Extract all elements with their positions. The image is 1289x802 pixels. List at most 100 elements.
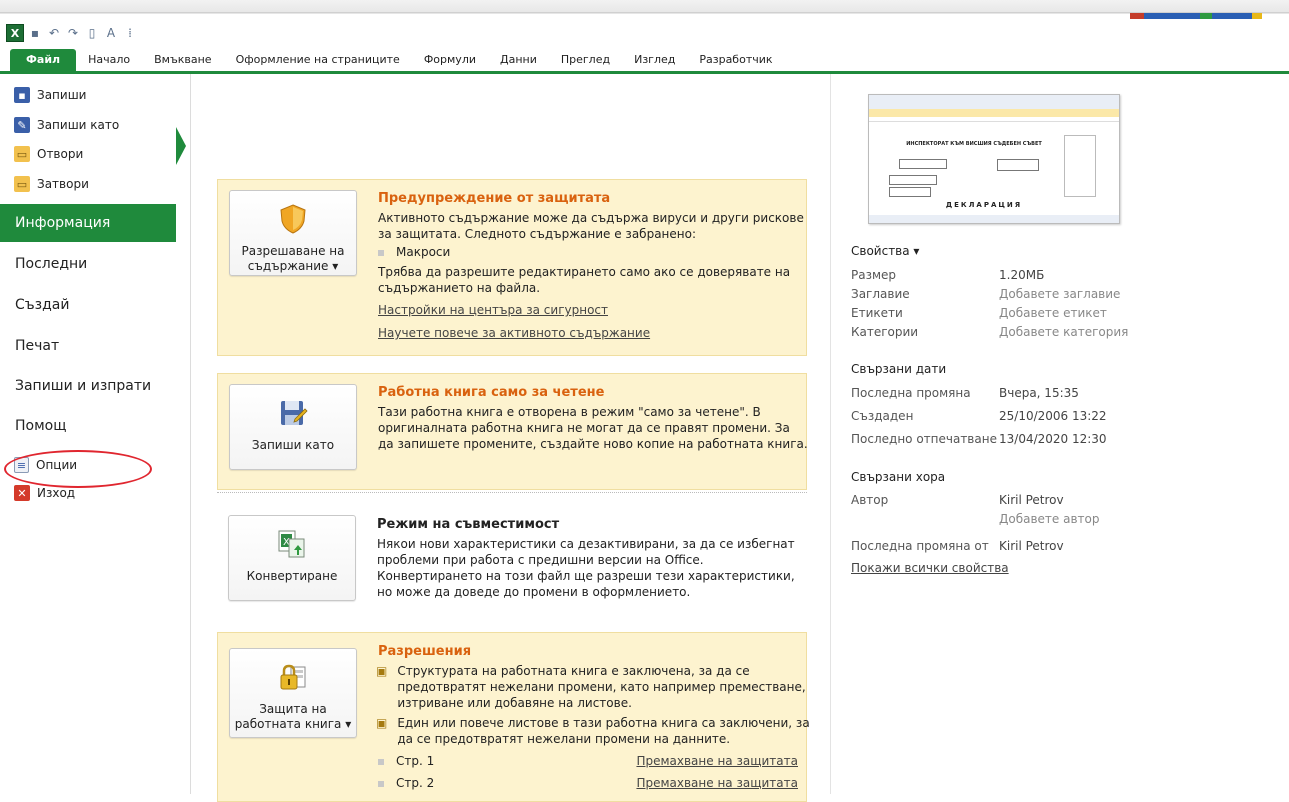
nav-new[interactable]: Създай xyxy=(0,286,190,324)
locked-sheets-icon: ▣ xyxy=(376,716,388,730)
tab-page-layout[interactable]: Оформление на страниците xyxy=(224,49,412,71)
related-people-heading: Свързани хора xyxy=(851,470,946,484)
compatibility-title: Режим на съвместимост xyxy=(377,517,560,532)
protection-title: Предупреждение от защитата xyxy=(378,191,611,206)
nav-save-send[interactable]: Запиши и изпрати xyxy=(0,367,190,405)
protect-workbook-button[interactable]: Защита на работната книга ▾ xyxy=(229,648,357,738)
protection-text-2: Трябва да разрешите редактирането само а… xyxy=(378,265,791,295)
bullet-mark xyxy=(378,249,384,256)
readonly-text: Тази работна книга е отворена в режим "с… xyxy=(378,405,808,451)
protect-workbook-label: Защита на работната книга ▾ xyxy=(234,702,352,731)
readonly-section: Запиши като Работна книга само за четене… xyxy=(217,373,808,490)
locked-sheets-icon: ▣ xyxy=(376,664,388,678)
tab-home[interactable]: Начало xyxy=(76,49,142,71)
readonly-title: Работна книга само за четене xyxy=(378,385,605,400)
permission-item-sheets: ▣ Един или повече листове в тази работна… xyxy=(376,716,810,746)
permissions-title: Разрешения xyxy=(378,644,472,659)
window-accent xyxy=(1130,8,1289,19)
permissions-section: Защита на работната книга ▾ Разрешения ▣… xyxy=(217,632,810,802)
people-row-add-author: Добавете автор xyxy=(999,512,1100,526)
remove-protection-link-2[interactable]: Премахване на защитата xyxy=(636,775,798,791)
trust-center-link[interactable]: Настройки на центъра за сигурност xyxy=(378,302,808,318)
related-dates-heading: Свързани дати xyxy=(851,362,947,376)
redo-icon[interactable]: ↷ xyxy=(65,25,81,41)
save-as-icon: ✎ xyxy=(14,117,30,133)
undo-icon[interactable]: ↶ xyxy=(46,25,62,41)
customize-toolbar-icon[interactable]: ⁞ xyxy=(122,25,138,41)
people-row-author: Автор Kiril Petrov xyxy=(851,493,1064,507)
nav-open[interactable]: ▭ Отвори xyxy=(14,143,83,165)
selected-tab-pointer xyxy=(176,127,186,165)
prop-row-size: Размер 1.20МБ xyxy=(851,268,1045,282)
active-content-link[interactable]: Научете повече за активното съдържание xyxy=(378,325,808,341)
bullet-mark xyxy=(378,780,384,787)
save-as-icon xyxy=(281,401,308,425)
ribbon-tabs: Файл Начало Вмъкване Оформление на стран… xyxy=(0,48,1289,74)
nav-save[interactable]: ▪ Запиши xyxy=(14,84,86,106)
readonly-save-as-button[interactable]: Запиши като xyxy=(229,384,357,470)
document-thumbnail[interactable]: ИНСПЕКТОРАТ КЪМ ВИСШИЯ СЪДЕБЕН СЪВЕТ ДЕК… xyxy=(868,94,1120,224)
prop-row-categories: Категории Добавете категория xyxy=(851,325,1129,339)
compatibility-section: X Конвертиране Режим на съвместимост Няк… xyxy=(217,492,807,612)
nav-close[interactable]: ▭ Затвори xyxy=(14,173,89,195)
tab-developer[interactable]: Разработчик xyxy=(687,49,784,71)
permission-item-structure: ▣ Структурата на работната книга е заклю… xyxy=(376,664,806,710)
show-all-properties-link[interactable]: Покажи всички свойства xyxy=(851,561,1281,575)
nav-save-as-label: Запиши като xyxy=(37,118,120,132)
remove-protection-link-1[interactable]: Премахване на защитата xyxy=(636,753,798,769)
date-row-printed: Последно отпечатване 13/04/2020 12:30 xyxy=(851,432,1107,446)
tab-data[interactable]: Данни xyxy=(488,49,549,71)
protection-text: Активното съдържание може да съдържа вир… xyxy=(378,211,804,241)
shield-icon xyxy=(280,204,306,234)
lock-icon xyxy=(280,664,306,690)
bullet-mark xyxy=(378,758,384,765)
thumbnail-heading: ИНСПЕКТОРАТ КЪМ ВИСШИЯ СЪДЕБЕН СЪВЕТ xyxy=(906,141,1042,147)
sheet-row-1: Стр. 1 Премахване на защитата xyxy=(378,753,808,769)
tab-formulas[interactable]: Формули xyxy=(412,49,488,71)
close-folder-icon: ▭ xyxy=(14,176,30,192)
convert-label: Конвертиране xyxy=(246,569,338,583)
prop-row-title: Заглавие Добавете заглавие xyxy=(851,287,1121,301)
nav-help[interactable]: Помощ xyxy=(0,407,190,445)
protection-warning-section: Разрешаване на съдържание ▾ Предупрежден… xyxy=(217,179,807,356)
properties-heading[interactable]: Свойства ▾ xyxy=(851,244,919,258)
enable-content-button[interactable]: Разрешаване на съдържание ▾ xyxy=(229,190,357,276)
nav-close-label: Затвори xyxy=(37,177,89,191)
highlight-circle xyxy=(4,450,152,488)
top-strip-line xyxy=(0,12,1289,13)
sheet-row-2: Стр. 2 Премахване на защитата xyxy=(378,775,808,791)
exit-icon: ✕ xyxy=(14,485,30,501)
tab-file[interactable]: Файл xyxy=(10,49,77,71)
tab-review[interactable]: Преглед xyxy=(549,49,622,71)
nav-info[interactable]: Информация xyxy=(0,204,176,242)
save-icon: ▪ xyxy=(14,87,30,103)
info-panel: Разрешаване на съдържание ▾ Предупрежден… xyxy=(190,74,830,802)
date-row-created: Създаден 25/10/2006 13:22 xyxy=(851,409,1107,423)
open-folder-icon: ▭ xyxy=(14,146,30,162)
properties-panel: ИНСПЕКТОРАТ КЪМ ВИСШИЯ СЪДЕБЕН СЪВЕТ ДЕК… xyxy=(830,74,1289,794)
convert-icon: X xyxy=(278,530,305,558)
nav-save-label: Запиши xyxy=(37,88,87,102)
excel-logo-icon: X xyxy=(6,24,24,42)
backstage-nav: ▪ Запиши ✎ Запиши като ▭ Отвори ▭ Затвор… xyxy=(0,74,191,794)
nav-recent[interactable]: Последни xyxy=(0,245,190,283)
tab-insert[interactable]: Вмъкване xyxy=(142,49,223,71)
people-row-last-modified-by: Последна промяна от Kiril Petrov xyxy=(851,539,1064,553)
nav-exit-label: Изход xyxy=(37,486,76,500)
protection-bullet: Макроси xyxy=(378,244,808,260)
prop-row-tags: Етикети Добавете етикет xyxy=(851,306,1107,320)
new-document-icon[interactable]: ▯ xyxy=(84,25,100,41)
tab-view[interactable]: Изглед xyxy=(622,49,687,71)
quick-access-toolbar: X ▪ ↶ ↷ ▯ A ⁞ xyxy=(0,22,138,44)
enable-content-label: Разрешаване на съдържание ▾ xyxy=(241,244,345,273)
save-icon[interactable]: ▪ xyxy=(27,25,43,41)
date-row-modified: Последна промяна Вчера, 15:35 xyxy=(851,386,1079,400)
nav-save-as[interactable]: ✎ Запиши като xyxy=(14,114,119,136)
nav-open-label: Отвори xyxy=(37,147,84,161)
spelling-icon[interactable]: A xyxy=(103,25,119,41)
compatibility-text: Някои нови характеристики са дезактивира… xyxy=(377,537,795,599)
window-top-strip xyxy=(0,0,1289,19)
convert-button[interactable]: X Конвертиране xyxy=(228,515,356,601)
thumbnail-title: ДЕКЛАРАЦИЯ xyxy=(945,201,1023,209)
nav-print[interactable]: Печат xyxy=(0,327,190,365)
